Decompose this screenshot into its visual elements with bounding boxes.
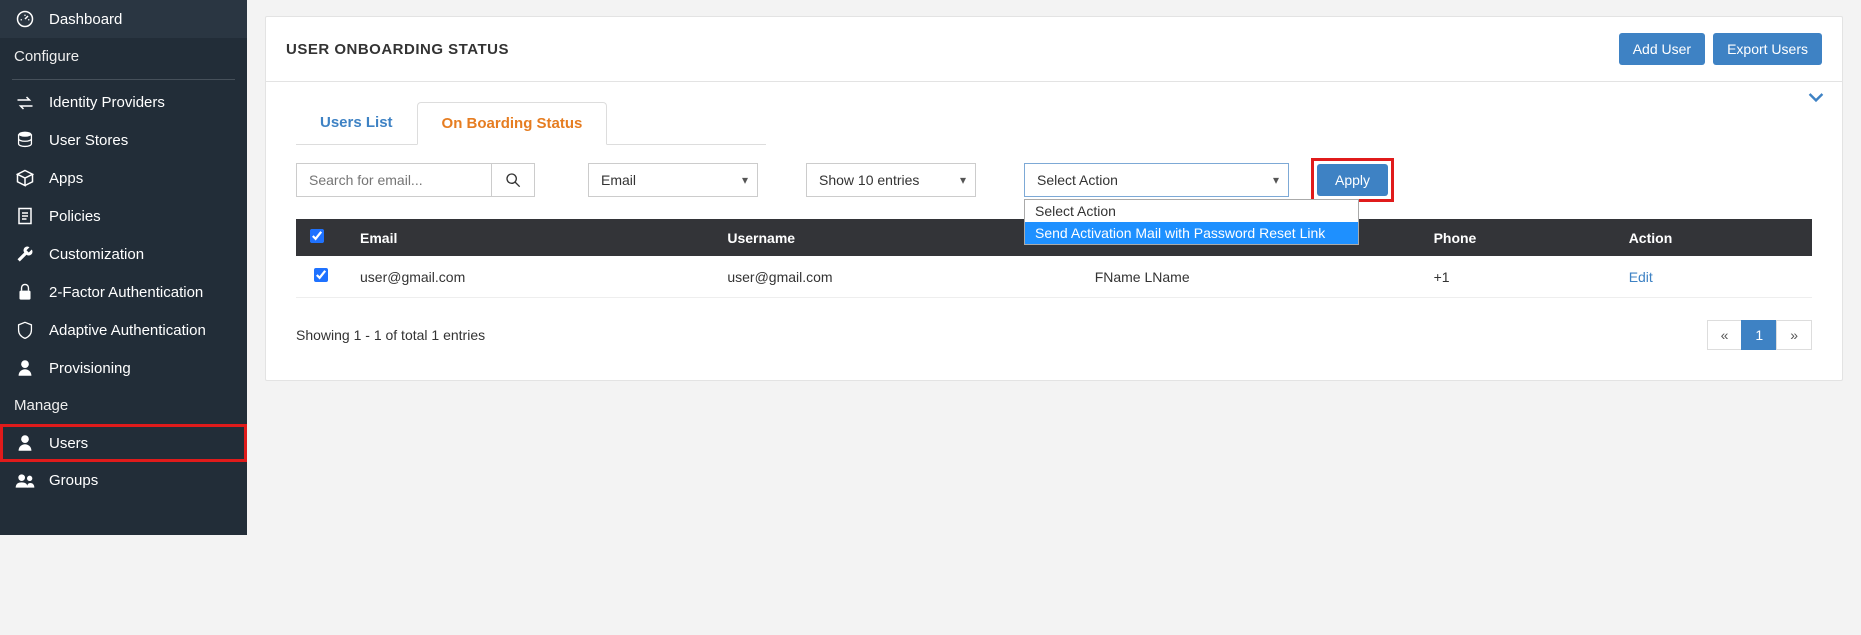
table-footer: Showing 1 - 1 of total 1 entries « 1 » (296, 320, 1812, 350)
sidebar-section-manage: Manage (0, 387, 247, 424)
cell-email: user@gmail.com (346, 256, 713, 298)
search-group (296, 163, 535, 197)
th-action: Action (1615, 219, 1812, 256)
swap-icon (14, 96, 36, 110)
row-select-cell (296, 256, 346, 298)
collapse-icon[interactable] (1808, 92, 1824, 104)
sidebar-item-label: User Stores (49, 132, 128, 149)
th-email: Email (346, 219, 713, 256)
add-user-button[interactable]: Add User (1619, 33, 1705, 65)
page-next[interactable]: » (1776, 320, 1812, 350)
user-icon (14, 359, 36, 377)
cell-name: FName LName (1081, 256, 1420, 298)
showing-text: Showing 1 - 1 of total 1 entries (296, 327, 485, 343)
panel: Users List On Boarding Status Email Show… (265, 82, 1843, 381)
main-content: USER ONBOARDING STATUS Add User Export U… (247, 0, 1861, 535)
sidebar-item-user-stores[interactable]: User Stores (0, 121, 247, 159)
edit-link[interactable]: Edit (1629, 269, 1653, 285)
action-select[interactable]: Select Action (1024, 163, 1289, 197)
sidebar-item-policies[interactable]: Policies (0, 197, 247, 235)
sidebar-item-label: Identity Providers (49, 94, 165, 111)
user-icon (14, 434, 36, 452)
cell-action: Edit (1615, 256, 1812, 298)
sidebar-item-provisioning[interactable]: Provisioning (0, 349, 247, 387)
wrench-icon (14, 245, 36, 263)
cube-icon (14, 169, 36, 187)
action-dropdown: Select Action Send Activation Mail with … (1024, 199, 1359, 245)
lock-icon (14, 283, 36, 301)
cell-username: user@gmail.com (713, 256, 1080, 298)
sidebar-item-label: Policies (49, 208, 101, 225)
sidebar-item-label: 2-Factor Authentication (49, 284, 203, 301)
cell-phone: +1 (1420, 256, 1615, 298)
sidebar-item-label: Customization (49, 246, 144, 263)
sidebar-item-users[interactable]: Users (0, 424, 247, 462)
sidebar-item-groups[interactable]: Groups (0, 462, 247, 499)
users-group-icon (14, 473, 36, 489)
sidebar: Dashboard Configure Identity Providers U… (0, 0, 247, 535)
page-header: USER ONBOARDING STATUS Add User Export U… (265, 16, 1843, 82)
tab-users-list[interactable]: Users List (296, 102, 417, 144)
th-phone: Phone (1420, 219, 1615, 256)
divider (12, 79, 235, 80)
action-option-send-activation[interactable]: Send Activation Mail with Password Reset… (1025, 222, 1358, 244)
entries-select[interactable]: Show 10 entries (806, 163, 976, 197)
filters-row: Email Show 10 entries Select Action Sele… (296, 163, 1812, 197)
field-select[interactable]: Email (588, 163, 758, 197)
action-option-default[interactable]: Select Action (1025, 200, 1358, 222)
pagination: « 1 » (1707, 320, 1812, 350)
row-checkbox[interactable] (314, 268, 328, 282)
page-prev[interactable]: « (1707, 320, 1743, 350)
search-button[interactable] (491, 163, 535, 197)
dashboard-icon (14, 10, 36, 28)
database-icon (14, 131, 36, 149)
export-users-button[interactable]: Export Users (1713, 33, 1822, 65)
table-row: user@gmail.com user@gmail.com FName LNam… (296, 256, 1812, 298)
sidebar-item-2fa[interactable]: 2-Factor Authentication (0, 273, 247, 311)
sidebar-item-label: Apps (49, 170, 83, 187)
document-icon (14, 207, 36, 225)
sidebar-item-label: Groups (49, 472, 98, 489)
sidebar-item-adaptive[interactable]: Adaptive Authentication (0, 311, 247, 349)
sidebar-item-label: Adaptive Authentication (49, 322, 206, 339)
sidebar-item-label: Provisioning (49, 360, 131, 377)
sidebar-item-dashboard[interactable]: Dashboard (0, 0, 247, 38)
shield-icon (14, 321, 36, 339)
sidebar-item-label: Dashboard (49, 11, 122, 28)
page-title: USER ONBOARDING STATUS (286, 41, 509, 58)
select-all-checkbox[interactable] (310, 229, 324, 243)
sidebar-item-apps[interactable]: Apps (0, 159, 247, 197)
sidebar-item-label: Users (49, 435, 88, 452)
tabs: Users List On Boarding Status (296, 102, 766, 145)
search-icon (505, 172, 521, 188)
apply-button[interactable]: Apply (1317, 164, 1388, 196)
sidebar-section-configure: Configure (0, 38, 247, 75)
select-all-cell (296, 219, 346, 256)
search-input[interactable] (296, 163, 491, 197)
page-1[interactable]: 1 (1741, 320, 1777, 350)
sidebar-item-customization[interactable]: Customization (0, 235, 247, 273)
tab-onboarding-status[interactable]: On Boarding Status (417, 102, 608, 145)
sidebar-item-identity-providers[interactable]: Identity Providers (0, 84, 247, 121)
